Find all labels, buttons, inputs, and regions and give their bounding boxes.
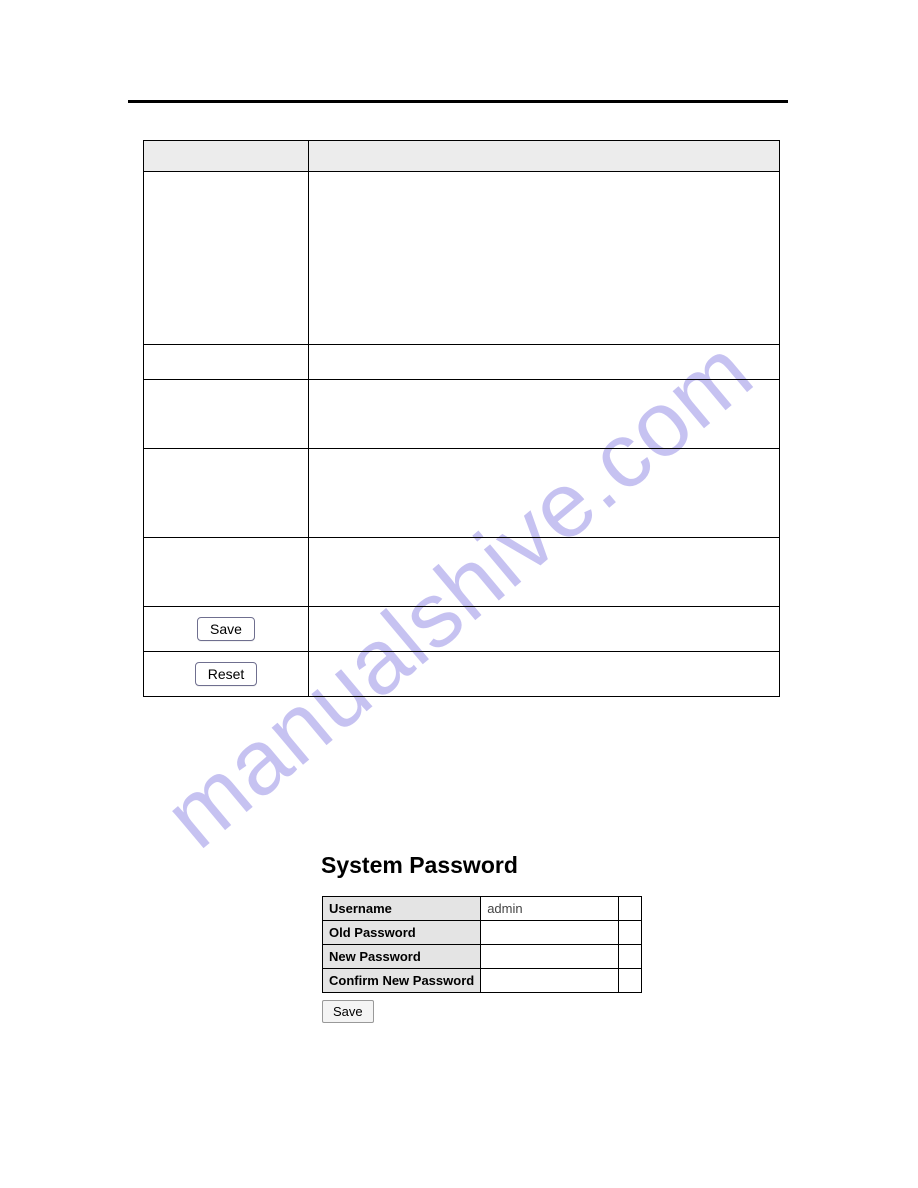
pw-row-old: Old Password [323,921,642,945]
pw-row-new: New Password [323,945,642,969]
config-header-1 [144,141,309,172]
config-r6-c2 [309,607,780,652]
config-row-reset: Reset [144,652,780,697]
pw-confirm-field[interactable] [481,969,619,993]
config-row-5 [144,538,780,607]
pw-old-field[interactable] [481,921,619,945]
header-rule [128,100,788,103]
config-row-save: Save [144,607,780,652]
config-save-cell: Save [144,607,309,652]
pw-save-button[interactable]: Save [322,1000,374,1023]
config-r4-c1 [144,449,309,538]
config-row-2 [144,345,780,380]
config-row-3 [144,380,780,449]
password-heading: System Password [321,852,518,879]
pw-old-label: Old Password [323,921,481,945]
config-table: Save Reset [143,140,780,697]
password-table: Username admin Old Password New Password… [322,896,642,993]
pw-username-field[interactable]: admin [481,897,619,921]
save-button[interactable]: Save [197,617,255,641]
config-r1-c1 [144,172,309,345]
pw-row-end [619,945,642,969]
pw-row-username: Username admin [323,897,642,921]
config-r5-c2 [309,538,780,607]
pw-row-confirm: Confirm New Password [323,969,642,993]
pw-row-end [619,897,642,921]
config-r4-c2 [309,449,780,538]
config-r2-c2 [309,345,780,380]
config-row-4 [144,449,780,538]
config-header-2 [309,141,780,172]
pw-row-end [619,921,642,945]
config-reset-cell: Reset [144,652,309,697]
pw-new-field[interactable] [481,945,619,969]
config-r2-c1 [144,345,309,380]
pw-confirm-label: Confirm New Password [323,969,481,993]
pw-row-end [619,969,642,993]
config-r7-c2 [309,652,780,697]
config-r5-c1 [144,538,309,607]
pw-username-label: Username [323,897,481,921]
config-r3-c1 [144,380,309,449]
config-row-1 [144,172,780,345]
pw-new-label: New Password [323,945,481,969]
config-r1-c2 [309,172,780,345]
reset-button[interactable]: Reset [195,662,258,686]
config-r3-c2 [309,380,780,449]
